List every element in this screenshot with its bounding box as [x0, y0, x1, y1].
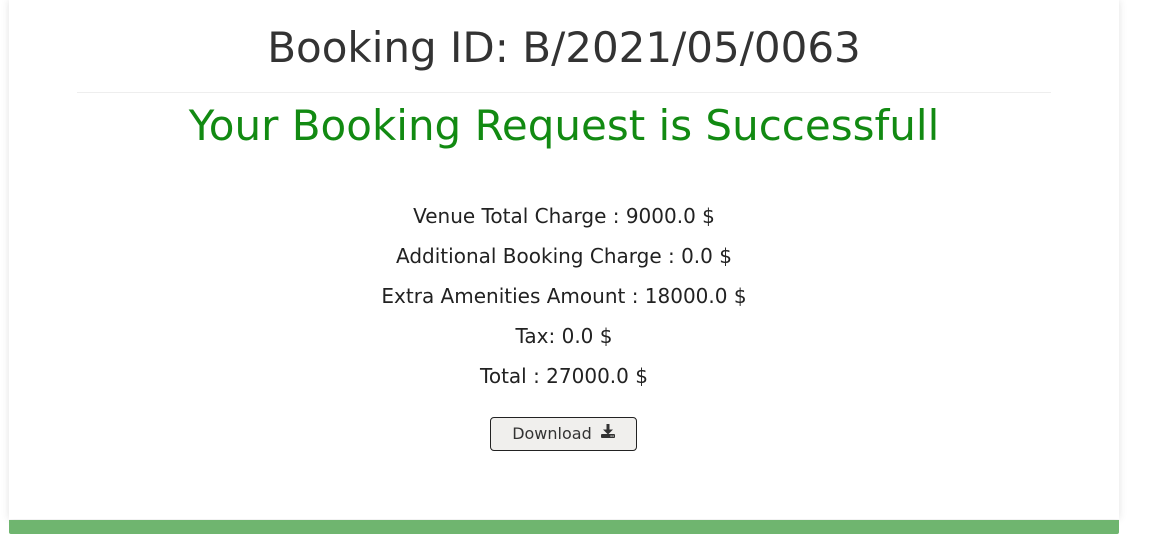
total-amount: Total : 27000.0 $: [480, 364, 648, 388]
charges-summary: Venue Total Charge : 9000.0 $ Additional…: [9, 202, 1119, 402]
download-icon: [600, 417, 615, 449]
booking-confirmation-card: Booking ID: B/2021/05/0063 Your Booking …: [9, 0, 1119, 519]
divider: [77, 92, 1051, 93]
page: Booking ID: B/2021/05/0063 Your Booking …: [0, 0, 1174, 554]
download-button-label: Download: [512, 424, 592, 443]
venue-total-charge: Venue Total Charge : 9000.0 $: [413, 204, 715, 228]
booking-id-heading: Booking ID: B/2021/05/0063: [267, 23, 861, 72]
extra-amenities-amount: Extra Amenities Amount : 18000.0 $: [381, 284, 747, 308]
footer-accent-bar: [9, 520, 1119, 534]
download-button[interactable]: Download: [490, 417, 637, 451]
tax-amount: Tax: 0.0 $: [515, 324, 613, 348]
success-message: Your Booking Request is Successfull: [188, 101, 940, 150]
additional-booking-charge: Additional Booking Charge : 0.0 $: [396, 244, 732, 268]
